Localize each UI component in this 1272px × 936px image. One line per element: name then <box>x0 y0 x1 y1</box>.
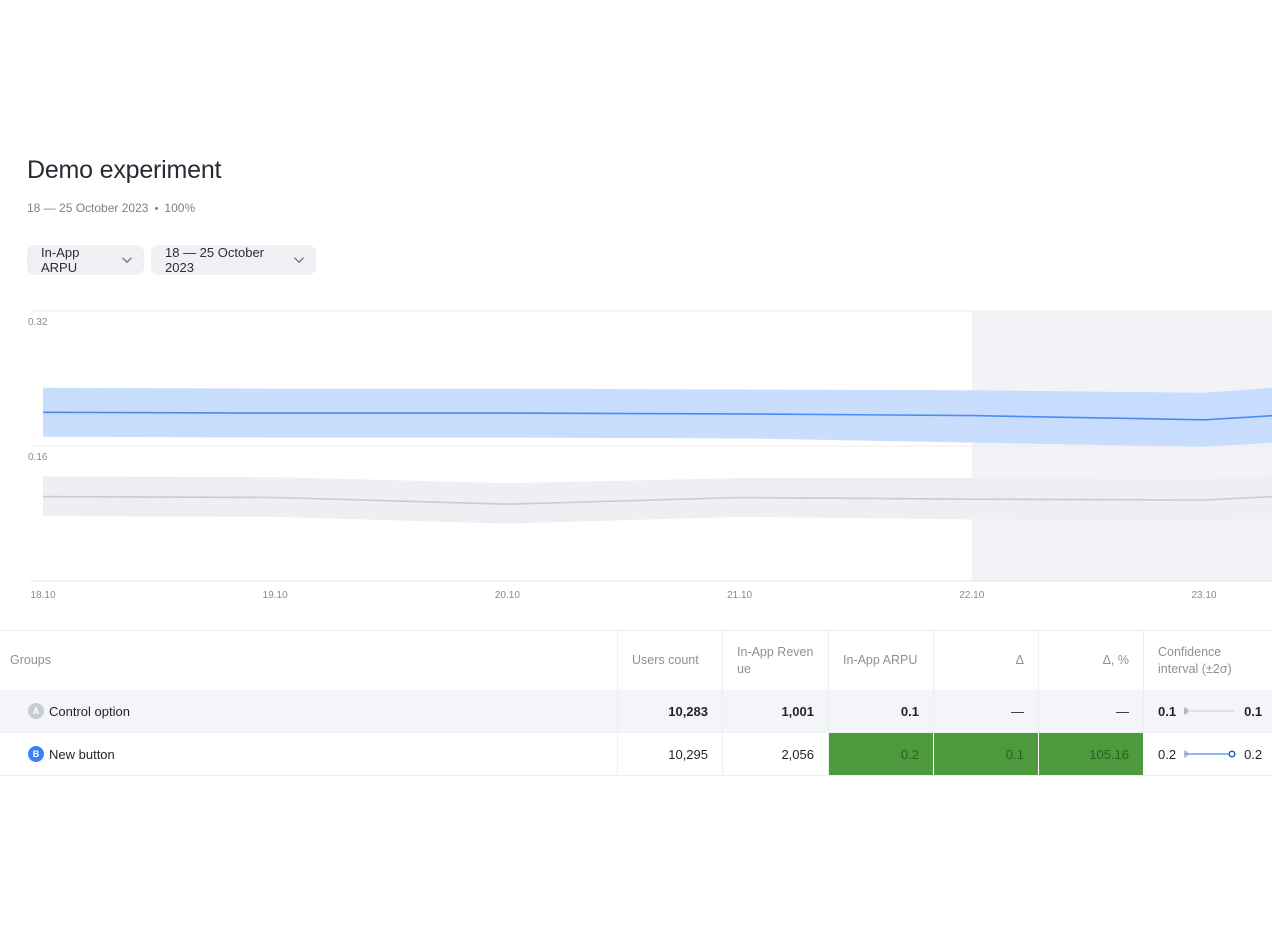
x-tick-label: 23.10 <box>1191 590 1216 601</box>
x-tick-label: 20.10 <box>495 590 520 601</box>
ci-range-icon <box>1184 707 1235 715</box>
y-tick-label: 0.16 <box>28 452 48 463</box>
table-header-row: Groups Users count In-App Reven ue In-Ap… <box>0 630 1272 691</box>
group-cell: B New button <box>0 733 618 775</box>
group-cell: A Control option <box>0 690 618 732</box>
date-range-select-label: 18 — 25 October 2023 <box>165 245 264 275</box>
delta-cell: 0.1 <box>934 733 1039 775</box>
experiment-date-range: 18 — 25 October 2023 <box>27 201 149 215</box>
group-badge: B <box>28 746 44 762</box>
y-tick-label: 0.32 <box>28 317 48 328</box>
ci-low: 0.2 <box>1158 746 1177 762</box>
header-users-count[interactable]: Users count <box>618 631 723 690</box>
delta-cell: — <box>934 690 1039 732</box>
users-count-cell: 10,295 <box>618 733 723 775</box>
separator-dot <box>155 207 159 211</box>
header-groups: Groups <box>0 631 618 690</box>
header-confidence-interval[interactable]: Confidence interval (±2σ) <box>1144 631 1272 690</box>
x-tick-label: 21.10 <box>727 590 752 601</box>
ci-cell: 0.1 0.1 <box>1144 690 1272 732</box>
ci-high: 0.2 <box>1244 746 1263 762</box>
experiment-meta: 18 — 25 October 2023 100% <box>27 201 195 215</box>
x-tick-label: 18.10 <box>30 590 55 601</box>
page-title: Demo experiment <box>27 156 222 184</box>
table-row[interactable]: B New button 10,295 2,056 0.2 0.1 105.16… <box>0 733 1272 776</box>
chevron-down-icon <box>121 254 133 266</box>
delta-pct-cell: 105.16 <box>1039 733 1144 775</box>
ci-cell: 0.2 0.2 <box>1144 733 1272 775</box>
revenue-cell: 2,056 <box>723 733 829 775</box>
group-name: New button <box>49 746 115 762</box>
x-tick-label: 19.10 <box>263 590 288 601</box>
users-count-cell: 10,283 <box>618 690 723 732</box>
delta-pct-cell: — <box>1039 690 1144 732</box>
group-name: Control option <box>49 703 130 719</box>
ci-low: 0.1 <box>1158 703 1177 719</box>
date-range-select[interactable]: 18 — 25 October 2023 <box>151 245 316 275</box>
metric-select-label: In-App ARPU <box>41 245 80 275</box>
experiment-traffic: 100% <box>164 201 196 215</box>
ci-range-icon <box>1184 750 1236 758</box>
chevron-down-icon <box>293 254 305 266</box>
header-delta[interactable]: Δ <box>934 631 1039 690</box>
group-badge: A <box>28 703 44 719</box>
header-delta-pct[interactable]: Δ, % <box>1039 631 1144 690</box>
header-arpu[interactable]: In-App ARPU <box>829 631 934 690</box>
x-tick-label: 22.10 <box>959 590 984 601</box>
chart-svg: 0.32 0.16 18.10 19.10 20.10 21.10 22.10 23.10 <box>28 310 1272 601</box>
metric-select[interactable]: In-App ARPU <box>27 245 144 275</box>
header-revenue[interactable]: In-App Reven ue <box>723 631 829 690</box>
arpu-cell: 0.1 <box>829 690 934 732</box>
ci-high: 0.1 <box>1244 703 1263 719</box>
metric-chart[interactable]: 0.32 0.16 18.10 19.10 20.10 21.10 22.10 23.10 <box>0 300 1272 610</box>
arpu-cell: 0.2 <box>829 733 934 775</box>
revenue-cell: 1,001 <box>723 690 829 732</box>
table-row[interactable]: A Control option 10,283 1,001 0.1 — — 0.… <box>0 690 1272 733</box>
